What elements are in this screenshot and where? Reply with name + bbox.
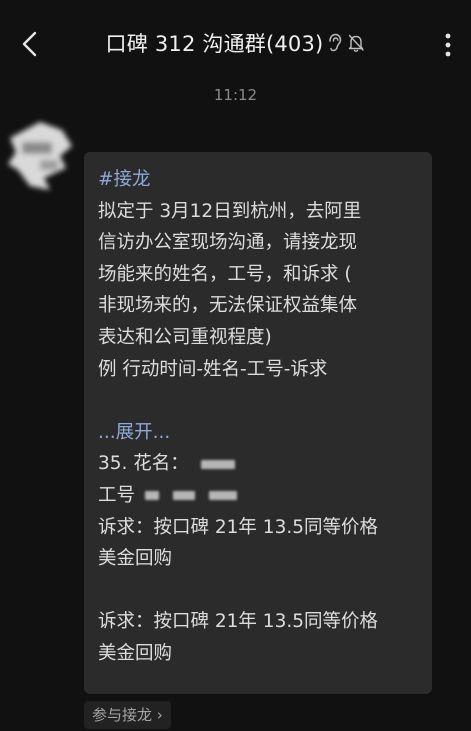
chat-title: 口碑 312 沟通群(403) <box>105 32 324 56</box>
entry-name-label: 35. 花名： <box>98 453 189 475</box>
redacted-id <box>208 491 237 501</box>
message-line: 信访办公室现场沟通，请接龙现 <box>98 232 358 254</box>
appeal-line: 诉求：按口碑 21年 13.5同等价格 <box>98 611 378 633</box>
expand-link[interactable]: ...展开... <box>98 417 418 449</box>
message-line: 场能来的姓名，工号，和诉求 ( <box>98 263 352 285</box>
entry-id-row: 工号 <box>98 480 418 512</box>
chat-title-row: 口碑 312 沟通群(403) <box>0 28 471 58</box>
message-line: 拟定于 3月12日到杭州，去阿里 <box>98 200 362 222</box>
ear-icon <box>327 33 343 53</box>
appeal-line: 美金回购 <box>98 642 173 664</box>
entry-id-label: 工号 <box>98 484 136 506</box>
bell-off-icon <box>347 33 365 53</box>
message-bubble[interactable]: #接龙 拟定于 3月12日到杭州，去阿里 信访办公室现场沟通，请接龙现 场能来的… <box>84 152 432 694</box>
message-line: 表达和公司重视程度) <box>98 326 272 348</box>
hashtag-label[interactable]: #接龙 <box>98 164 418 196</box>
join-chain-button[interactable]: 参与接龙 › <box>84 701 171 729</box>
redacted-id <box>144 491 159 501</box>
message-timestamp: 11:12 <box>213 86 258 104</box>
sender-avatar[interactable] <box>0 108 80 200</box>
redacted-id <box>172 491 195 501</box>
entry-name-row: 35. 花名： <box>98 448 418 480</box>
more-button[interactable] <box>433 28 463 62</box>
message-line: 例 行动时间-姓名-工号-诉求 <box>98 358 328 380</box>
redacted-name <box>200 459 235 469</box>
appeal-line: 美金回购 <box>98 548 173 570</box>
appeal-line: 诉求：按口碑 21年 13.5同等价格 <box>98 516 378 538</box>
chat-header: 口碑 312 沟通群(403) <box>0 0 471 88</box>
message-line: 非现场来的，无法保证权益集体 <box>98 295 358 317</box>
more-vertical-icon <box>445 33 451 57</box>
